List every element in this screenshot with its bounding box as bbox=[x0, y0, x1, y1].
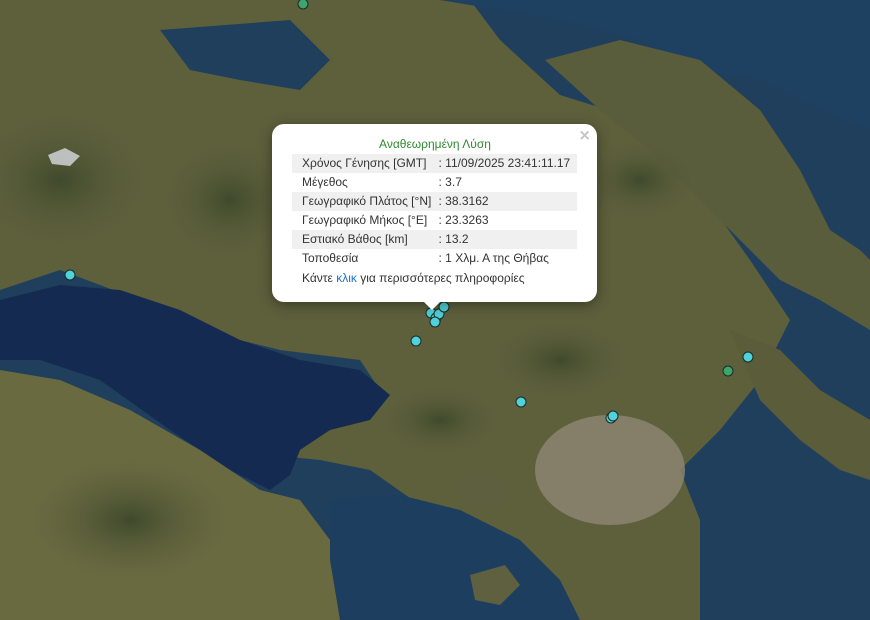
earthquake-marker[interactable] bbox=[607, 410, 619, 422]
athens-urban bbox=[535, 415, 685, 525]
earthquake-marker[interactable] bbox=[429, 316, 441, 328]
table-row: Γεωγραφικό Μήκος [°E] : 23.3263 bbox=[292, 211, 577, 230]
row-value: : 3.7 bbox=[438, 175, 462, 189]
row-label: Γεωγραφικό Μήκος [°E] bbox=[302, 213, 428, 227]
earthquake-marker[interactable] bbox=[515, 396, 527, 408]
earthquake-marker[interactable] bbox=[410, 335, 422, 347]
table-row: Γεωγραφικό Πλάτος [°N] : 38.3162 bbox=[292, 192, 577, 211]
row-value: : 11/09/2025 23:41:11.17 bbox=[438, 154, 577, 173]
row-label: Γεωγραφικό Πλάτος [°N] bbox=[292, 192, 439, 211]
more-suffix: για περισσότερες πληροφορίες bbox=[356, 271, 525, 285]
row-value: : 13.2 bbox=[438, 230, 577, 249]
more-info-text: Κάντε κλικ για περισσότερες πληροφορίες bbox=[302, 271, 525, 285]
table-row: Τοποθεσία : 1 Χλμ. Α της Θήβας bbox=[292, 249, 577, 268]
earthquake-marker[interactable] bbox=[297, 0, 309, 10]
earthquake-popup: × Αναθεωρημένη Λύση Χρόνος Γένησης [GMT]… bbox=[272, 124, 597, 302]
earthquake-marker[interactable] bbox=[742, 351, 754, 363]
row-value: : 38.3162 bbox=[438, 192, 577, 211]
satellite-map[interactable] bbox=[0, 0, 870, 620]
more-prefix: Κάντε bbox=[302, 271, 337, 285]
row-label: Εστιακό Βάθος [km] bbox=[292, 230, 439, 249]
table-row: Μέγεθος : 3.7 bbox=[292, 173, 577, 192]
popup-title: Αναθεωρημένη Λύση bbox=[379, 137, 491, 151]
close-icon[interactable]: × bbox=[578, 128, 591, 143]
earthquake-marker[interactable] bbox=[722, 365, 734, 377]
row-value: : 23.3263 bbox=[438, 213, 489, 227]
table-row: Εστιακό Βάθος [km] : 13.2 bbox=[292, 230, 577, 249]
earthquake-details-table: Χρόνος Γένησης [GMT] : 11/09/2025 23:41:… bbox=[292, 154, 577, 268]
earthquake-marker[interactable] bbox=[64, 269, 76, 281]
row-value: : 1 Χλμ. Α της Θήβας bbox=[438, 251, 549, 265]
popup-tip bbox=[422, 300, 442, 310]
more-info-link[interactable]: κλικ bbox=[336, 271, 357, 285]
row-label: Τοποθεσία bbox=[302, 251, 359, 265]
table-row: Χρόνος Γένησης [GMT] : 11/09/2025 23:41:… bbox=[292, 154, 577, 173]
row-label: Χρόνος Γένησης [GMT] bbox=[292, 154, 439, 173]
row-label: Μέγεθος bbox=[302, 175, 348, 189]
